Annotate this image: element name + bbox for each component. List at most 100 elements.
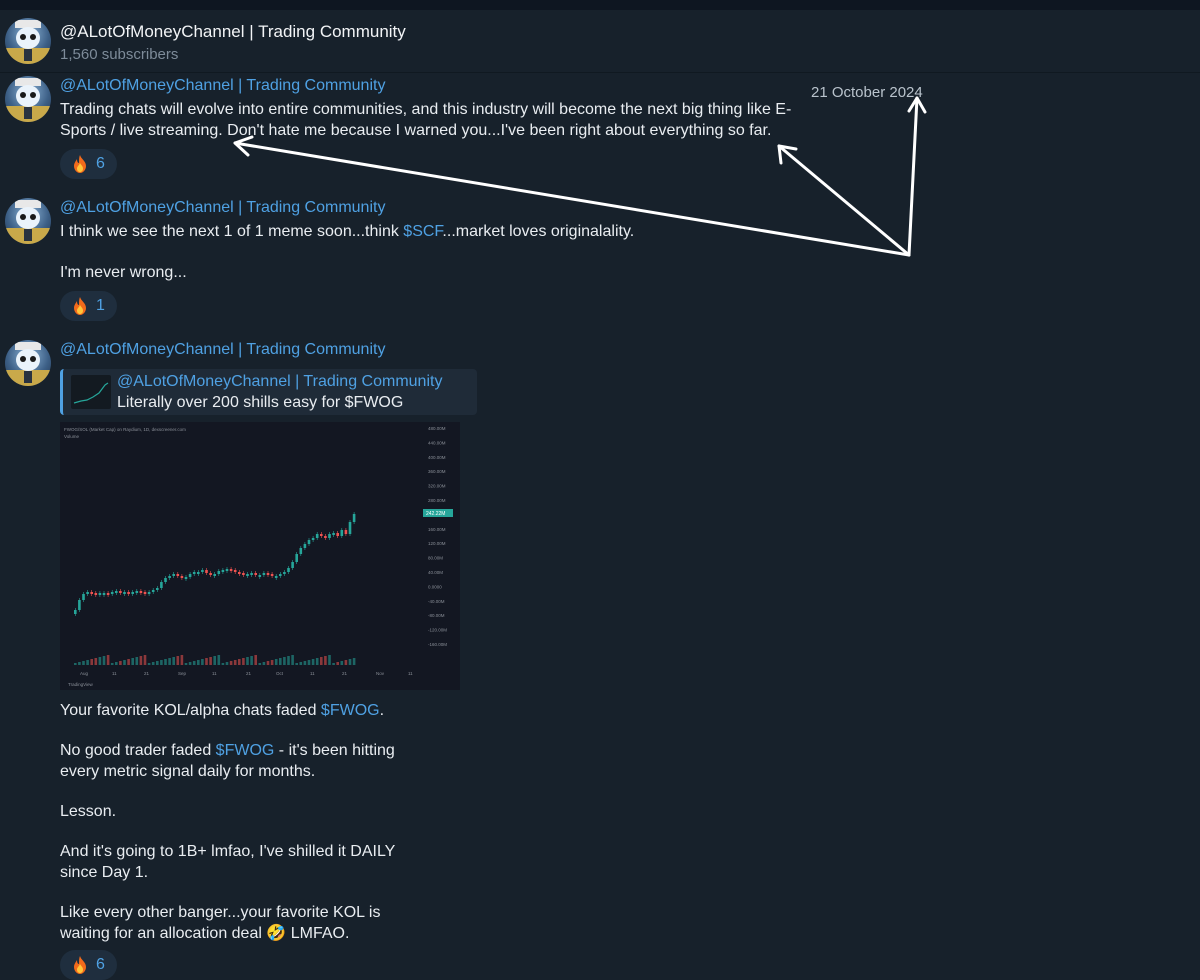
- volume-bar: [143, 655, 147, 665]
- reaction-count: 1: [96, 297, 105, 314]
- volume-bar: [250, 656, 253, 665]
- market-cap-chart-image[interactable]: FWOG/SOL (Market Cap) on Raydium, 1D, de…: [60, 422, 460, 690]
- message-text-line: Like every other banger...your favorite …: [60, 904, 381, 921]
- message-text-post: LMFAO.: [286, 925, 350, 942]
- volume-bar: [279, 658, 282, 665]
- quoted-sender: @ALotOfMoneyChannel | Trading Community: [117, 373, 443, 390]
- message-sender[interactable]: @ALotOfMoneyChannel | Trading Community: [60, 341, 385, 359]
- channel-header[interactable]: @ALotOfMoneyChannel | Trading Community …: [0, 10, 1200, 73]
- chart-header: FWOG/SOL (Market Cap) on Raydium, 1D, de…: [64, 427, 186, 432]
- volume-bar: [295, 663, 298, 665]
- volume-bar: [299, 662, 303, 665]
- volume-bar: [188, 662, 192, 665]
- channel-title[interactable]: @ALotOfMoneyChannel | Trading Community: [60, 22, 406, 42]
- y-tick-label: -120.00M: [428, 628, 447, 633]
- y-tick-label: 320.00M: [428, 484, 446, 489]
- message-avatar[interactable]: [5, 340, 51, 386]
- message-text-line: I'm never wrong...: [60, 264, 187, 281]
- volume-bar: [110, 663, 114, 665]
- message-text-post: - it's been hitting: [274, 742, 395, 759]
- volume-bar: [164, 659, 167, 665]
- message-text-pre: Your favorite KOL/alpha chats faded: [60, 702, 321, 719]
- reaction-fire-button[interactable]: 6: [60, 149, 117, 179]
- message-avatar[interactable]: [5, 198, 51, 244]
- volume-bar: [213, 656, 216, 665]
- quoted-text: Literally over 200 shills easy for $FWOG: [117, 394, 404, 411]
- x-tick-label: 11: [112, 671, 117, 676]
- x-tick-label: 21: [246, 671, 252, 676]
- message-text-line: Trading chats will evolve into entire co…: [60, 101, 792, 118]
- volume-bar: [217, 655, 221, 665]
- y-tick-label: 400.00M: [428, 455, 446, 460]
- volume-bar: [221, 663, 225, 665]
- quoted-message[interactable]: @ALotOfMoneyChannel | Trading Community …: [60, 369, 477, 415]
- message-text-line: waiting for an allocation deal 🤣 LMFAO.: [60, 923, 349, 944]
- y-tick-label: 80.00M: [428, 556, 443, 561]
- volume-bar: [340, 661, 344, 665]
- message-text-line: since Day 1.: [60, 864, 149, 881]
- volume-bar: [283, 657, 286, 665]
- arrow-to-text-end: [777, 144, 911, 257]
- volume-bar: [270, 660, 274, 665]
- volume-bar: [274, 659, 278, 665]
- ticker-link-fwog[interactable]: $FWOG: [321, 702, 380, 719]
- arrow-to-date: [907, 96, 919, 257]
- y-tick-label: 360.00M: [428, 469, 446, 474]
- price-tag-label: 242.22M: [426, 511, 445, 517]
- quoted-chart-thumbnail: [71, 375, 111, 409]
- y-tick-label: 40.00M: [428, 570, 443, 575]
- volume-bar: [168, 658, 171, 665]
- candlestick-chart: FWOG/SOL (Market Cap) on Raydium, 1D, de…: [64, 426, 453, 687]
- ticker-link-fwog[interactable]: $FWOG: [216, 742, 275, 759]
- x-tick-label: 21: [144, 671, 150, 676]
- volume-bar: [291, 655, 294, 665]
- message-text-post: ...market loves originalality.: [442, 223, 635, 240]
- volume-bar: [324, 656, 327, 665]
- x-tick-label: 11: [212, 671, 217, 676]
- volume-bar: [266, 661, 270, 665]
- volume-bar: [131, 658, 134, 665]
- volume-bar: [242, 658, 245, 665]
- y-tick-label: -80.00M: [428, 613, 445, 618]
- channel-avatar[interactable]: [5, 18, 51, 64]
- reaction-fire-button[interactable]: 1: [60, 291, 117, 321]
- volume-bar: [90, 659, 93, 665]
- volume-bar: [209, 657, 212, 665]
- volume-bar: [135, 657, 139, 665]
- ticker-link-scf[interactable]: $SCF: [403, 223, 442, 240]
- volume-bar: [262, 662, 266, 665]
- volume-bar: [205, 658, 208, 665]
- x-tick-label: Oct: [276, 671, 284, 676]
- message-text-line: Sports / live streaming. Don't hate me b…: [60, 122, 772, 139]
- x-tick-label: 11: [310, 671, 315, 676]
- window-top-bar: [0, 0, 1200, 10]
- message-text-line: No good trader faded $FWOG - it's been h…: [60, 740, 395, 761]
- message-sender[interactable]: @ALotOfMoneyChannel | Trading Community: [60, 199, 385, 217]
- message-text-line: every metric signal daily for months.: [60, 763, 316, 780]
- volume-bar: [106, 655, 110, 665]
- x-tick-label: Aug: [80, 671, 89, 676]
- chart-volume-label: Volume: [64, 434, 80, 439]
- fire-emoji-icon: [74, 155, 86, 173]
- volume-bar: [197, 660, 200, 665]
- volume-bar: [315, 658, 319, 665]
- volume-bar: [348, 659, 352, 665]
- avatar-character-icon: [5, 20, 51, 64]
- message-avatar[interactable]: [5, 76, 51, 122]
- message-text-post: .: [379, 702, 385, 719]
- x-tick-label: 21: [342, 671, 348, 676]
- volume-bar: [287, 656, 290, 665]
- y-tick-label: -40.00M: [428, 599, 445, 604]
- message-text-line: Your favorite KOL/alpha chats faded $FWO…: [60, 700, 384, 721]
- volume-bar: [320, 657, 323, 665]
- volume-bar: [192, 661, 196, 665]
- volume-bar: [328, 655, 331, 665]
- volume-bar: [307, 660, 311, 665]
- y-tick-label: 280.00M: [428, 498, 446, 503]
- y-tick-label: -160.00M: [428, 642, 447, 647]
- rofl-emoji-icon: 🤣: [266, 925, 287, 942]
- message-sender[interactable]: @ALotOfMoneyChannel | Trading Community: [60, 77, 385, 95]
- volume-bar: [352, 658, 356, 665]
- fire-emoji-icon: [74, 297, 86, 315]
- volume-bar: [258, 663, 262, 665]
